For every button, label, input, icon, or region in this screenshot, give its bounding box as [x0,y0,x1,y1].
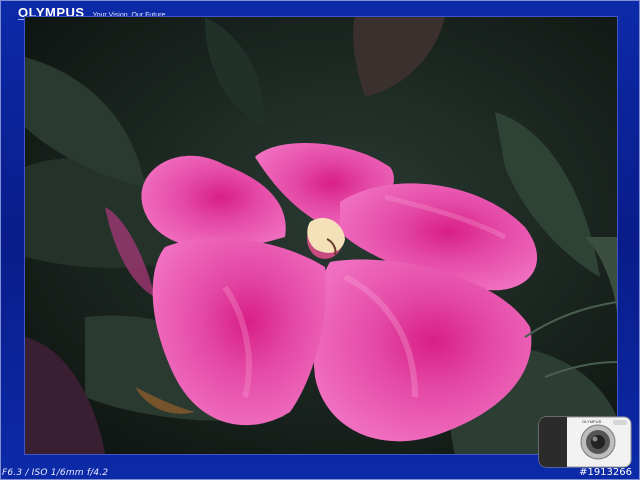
camera-label: OLYMPUS [582,419,602,424]
exif-caption: F6.3 / ISO 1/6mm f/4.2 [2,468,109,478]
olympus-pen-camera-icon: OLYMPUS [538,414,632,469]
flower-photo [24,16,618,455]
